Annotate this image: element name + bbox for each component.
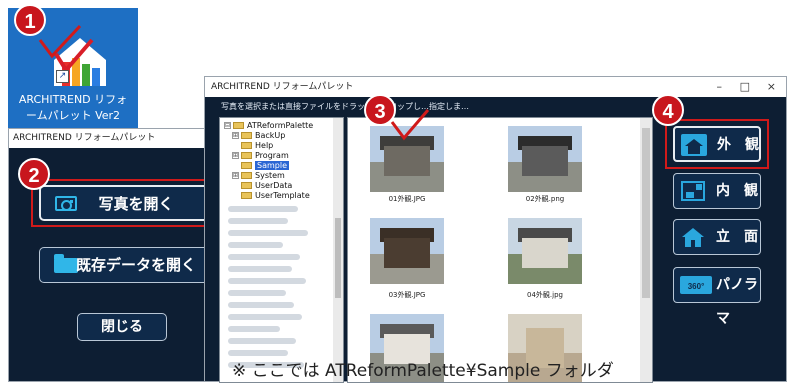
blurred-tree-row bbox=[228, 290, 286, 296]
exterior-view-button[interactable]: 外 観 bbox=[673, 126, 761, 162]
panorama-view-button[interactable]: 360° パノラマ bbox=[673, 267, 761, 303]
photo-house bbox=[384, 238, 430, 268]
photo-caption: 01外観.JPG bbox=[370, 194, 444, 204]
open-existing-data-button[interactable]: 既存データを開く bbox=[39, 247, 209, 283]
blurred-tree-row bbox=[228, 338, 296, 344]
folder-icon bbox=[241, 172, 252, 179]
blurred-tree-row bbox=[228, 218, 288, 224]
checkmark-icon bbox=[38, 24, 82, 60]
open-photo-label: 写真を開く bbox=[98, 195, 173, 213]
tree-node[interactable]: ⊟ ATReformPalette bbox=[224, 121, 313, 131]
camera-icon bbox=[55, 196, 77, 211]
photo-caption: 04外観.jpg bbox=[508, 290, 582, 300]
photo-thumbnail[interactable] bbox=[370, 218, 444, 284]
photo-caption: 02外観.png bbox=[508, 194, 582, 204]
tree-node-selected[interactable]: Sample bbox=[241, 161, 289, 171]
palette-titlebar: ARCHITREND リフォームパレット – □ × bbox=[205, 77, 786, 97]
blurred-tree-row bbox=[228, 242, 283, 248]
close-label: 閉じる bbox=[101, 319, 143, 335]
blurred-tree-row bbox=[228, 302, 294, 308]
desktop-icon-label-line2: ームパレット Ver2 bbox=[8, 108, 138, 124]
photo-thumbnail[interactable] bbox=[508, 218, 582, 284]
photo-thumbnail[interactable] bbox=[508, 126, 582, 192]
tree-node[interactable]: ⊞ Program bbox=[232, 151, 289, 161]
tree-node-label: Help bbox=[255, 141, 273, 150]
tree-toggle-icon[interactable]: ⊞ bbox=[232, 132, 239, 139]
elevation-view-label: 立 面 bbox=[716, 220, 758, 254]
folder-icon bbox=[233, 122, 244, 129]
open-photo-button[interactable]: 写真を開く bbox=[39, 185, 209, 221]
tree-node[interactable]: Help bbox=[241, 141, 273, 151]
tree-scrollbar[interactable] bbox=[333, 118, 343, 382]
blurred-tree-row bbox=[228, 230, 308, 236]
panorama-360-icon: 360° bbox=[680, 274, 712, 296]
blurred-tree-row bbox=[228, 278, 306, 284]
elevation-view-button[interactable]: 立 面 bbox=[673, 219, 761, 255]
folder-icon bbox=[241, 162, 252, 169]
folder-icon bbox=[241, 192, 252, 199]
palette-title: ARCHITREND リフォームパレット bbox=[211, 82, 353, 92]
photo-caption: 03外観.JPG bbox=[370, 290, 444, 300]
thumbnail-scrollbar[interactable] bbox=[640, 118, 652, 382]
panorama-badge-text: 360° bbox=[688, 282, 705, 291]
window-close-icon[interactable]: × bbox=[767, 77, 776, 97]
photo-house bbox=[522, 238, 568, 268]
checkmark-icon bbox=[390, 108, 430, 142]
tree-scrollbar-thumb[interactable] bbox=[335, 218, 341, 298]
house-elevation-icon bbox=[680, 226, 706, 248]
blurred-tree-row bbox=[228, 314, 302, 320]
photo-thumbnail-area[interactable]: 01外観.JPG 02外観.png 03外観.JPG 04外観.jpg bbox=[347, 117, 653, 383]
launcher-titlebar: ARCHITREND リフォームパレット × bbox=[9, 129, 233, 148]
folder-icon bbox=[241, 142, 252, 149]
exterior-view-label: 外 観 bbox=[717, 128, 759, 162]
close-button[interactable]: 閉じる bbox=[77, 313, 167, 341]
folder-icon bbox=[54, 258, 78, 273]
desktop-icon-label-line1: ARCHITREND リフォ bbox=[8, 92, 138, 108]
callout-4: 4 bbox=[652, 94, 684, 126]
tree-node[interactable]: ⊞ BackUp bbox=[232, 131, 285, 141]
open-existing-label: 既存データを開く bbox=[76, 256, 196, 274]
tree-node-label: BackUp bbox=[255, 131, 285, 140]
tree-node[interactable]: UserTemplate bbox=[241, 191, 310, 201]
tree-toggle-icon[interactable]: ⊞ bbox=[232, 172, 239, 179]
interior-view-label: 内 観 bbox=[716, 174, 758, 208]
blurred-tree-row bbox=[228, 206, 298, 212]
thumbnail-scrollbar-thumb[interactable] bbox=[642, 128, 650, 298]
panorama-view-label: パノラマ bbox=[716, 268, 760, 336]
interior-view-button[interactable]: 内 観 bbox=[673, 173, 761, 209]
minimize-icon[interactable]: – bbox=[717, 77, 723, 97]
interior-room-icon bbox=[680, 180, 706, 202]
tree-node-label: Sample bbox=[255, 161, 289, 170]
folder-tree[interactable]: ⊟ ATReformPalette ⊞ BackUp Help ⊞ Program S… bbox=[219, 117, 344, 383]
blurred-tree-row bbox=[228, 266, 292, 272]
photo-house bbox=[384, 146, 430, 176]
folder-icon bbox=[241, 132, 252, 139]
palette-window: ARCHITREND リフォームパレット – □ × 写真を選択または直接ファイ… bbox=[204, 76, 787, 382]
desktop-icon-label: ARCHITREND リフォ ームパレット Ver2 bbox=[8, 92, 138, 124]
tree-toggle-icon[interactable]: ⊟ bbox=[224, 122, 231, 129]
maximize-icon[interactable]: □ bbox=[740, 77, 750, 97]
tree-node-label: UserData bbox=[255, 181, 292, 190]
tree-node[interactable]: ⊞ System bbox=[232, 171, 285, 181]
tree-node[interactable]: UserData bbox=[241, 181, 292, 191]
callout-2: 2 bbox=[18, 158, 50, 190]
folder-icon bbox=[241, 182, 252, 189]
footnote-text: ※ ここでは ATReformPalette¥Sample フォルダ bbox=[232, 356, 614, 381]
tree-toggle-icon[interactable]: ⊞ bbox=[232, 152, 239, 159]
instruction-text: 写真を選択または直接ファイルをドラッグ＆ドロップし…指定しま… bbox=[221, 101, 469, 112]
blurred-tree-row bbox=[228, 326, 280, 332]
folder-icon bbox=[241, 152, 252, 159]
house-exterior-icon bbox=[681, 134, 707, 156]
tree-node-label: ATReformPalette bbox=[247, 121, 313, 130]
tree-node-label: System bbox=[255, 171, 285, 180]
launcher-title: ARCHITREND リフォームパレット bbox=[13, 133, 155, 143]
photo-house bbox=[522, 146, 568, 176]
tree-node-label: Program bbox=[255, 151, 289, 160]
blurred-tree-row bbox=[228, 254, 300, 260]
shortcut-arrow-icon: ↗ bbox=[56, 70, 69, 83]
tree-node-label: UserTemplate bbox=[255, 191, 310, 200]
